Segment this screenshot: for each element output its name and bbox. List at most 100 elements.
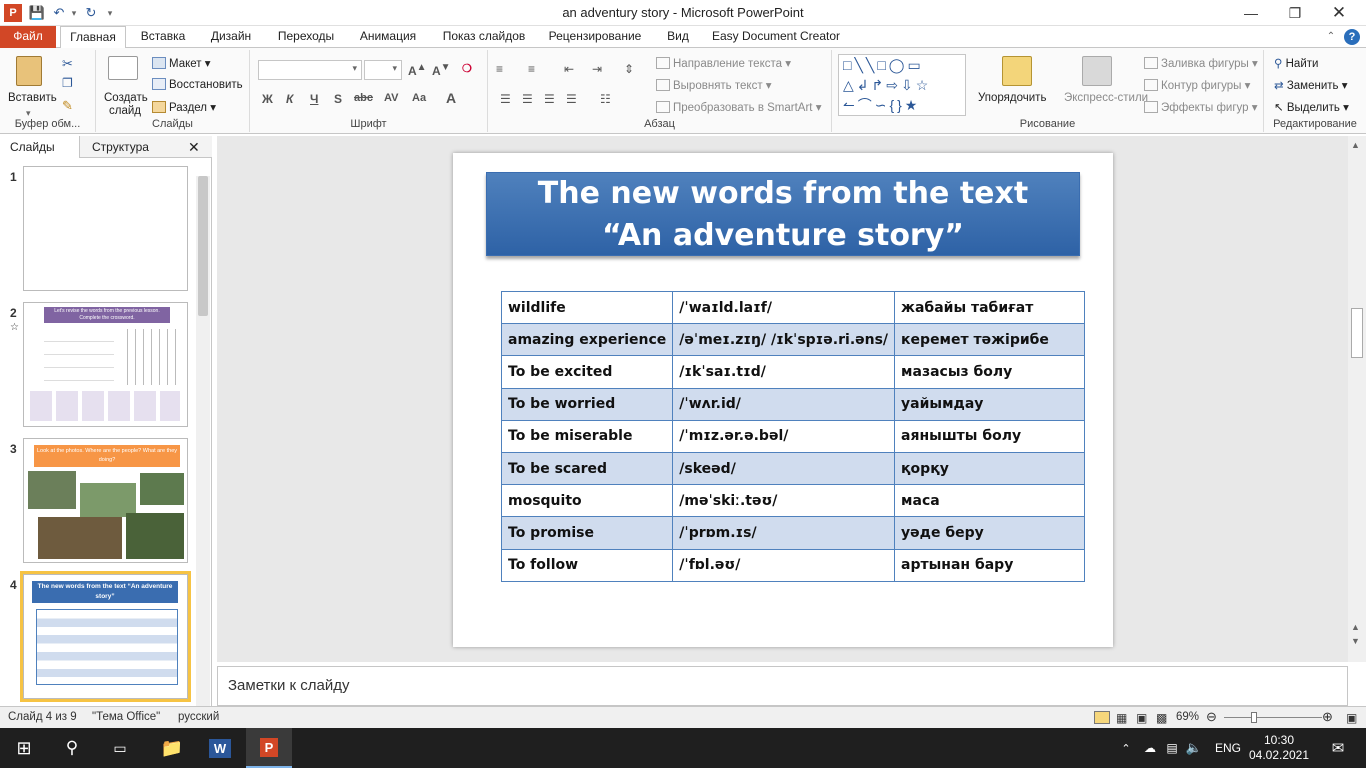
transcription-cell[interactable]: /skeəd/	[672, 451, 896, 486]
slideshow-icon[interactable]: ▩	[1156, 711, 1167, 725]
powerpoint-taskbar-icon[interactable]: P	[246, 728, 292, 768]
word-cell[interactable]: To be miserable	[500, 419, 674, 453]
underline-button[interactable]: Ч	[310, 92, 318, 106]
quick-styles-icon[interactable]	[1082, 56, 1112, 86]
shape-fill-button[interactable]: Заливка фигуры ▾	[1144, 56, 1258, 70]
thumbnails-scroll-thumb[interactable]	[198, 176, 208, 316]
tab-transitions[interactable]: Переходы	[268, 26, 344, 48]
bold-button[interactable]: Ж	[262, 92, 273, 106]
slide-scroll-thumb[interactable]	[1351, 308, 1363, 358]
translation-cell[interactable]: қорқу	[894, 451, 1085, 486]
minimize-button[interactable]: —	[1228, 0, 1274, 26]
copy-icon[interactable]: ❐	[62, 76, 73, 90]
restore-button[interactable]: ❐	[1272, 0, 1318, 26]
smartart-button[interactable]: Преобразовать в SmartArt ▾	[656, 100, 821, 114]
word-icon[interactable]: W	[198, 728, 242, 768]
tab-outline[interactable]: Структура	[82, 136, 159, 158]
layout-button[interactable]: Макет ▾	[152, 56, 211, 70]
font-color-icon[interactable]: A	[446, 90, 456, 106]
language-indicator[interactable]: русский	[178, 711, 219, 723]
normal-view-icon[interactable]	[1094, 711, 1110, 724]
word-cell[interactable]: To be scared	[500, 451, 674, 486]
zoom-slider[interactable]	[1224, 717, 1322, 718]
slide-thumbnail-1[interactable]	[23, 166, 188, 291]
new-slide-icon[interactable]	[108, 56, 138, 80]
network-icon[interactable]: ▤	[1162, 728, 1182, 768]
translation-cell[interactable]: уайымдау	[894, 387, 1085, 421]
transcription-cell[interactable]: /məˈskiː.təʊ/	[672, 484, 896, 518]
transcription-cell[interactable]: /ˈprɒm.ɪs/	[672, 516, 896, 550]
translation-cell[interactable]: артынан бару	[894, 548, 1085, 582]
paste-button[interactable]: Вставить	[8, 92, 57, 104]
shape-effects-button[interactable]: Эффекты фигур ▾	[1144, 100, 1258, 114]
paste-icon[interactable]	[16, 56, 42, 86]
translation-cell[interactable]: аянышты болу	[894, 419, 1085, 453]
zoom-out-icon[interactable]: ⊖	[1206, 709, 1217, 725]
zoom-in-icon[interactable]: ⊕	[1322, 709, 1333, 725]
slide-sorter-icon[interactable]: ▦	[1116, 711, 1127, 725]
shapes-gallery[interactable]: □╲╲□◯▭ △↲↱⇨⇩☆ ↼⌒∽{}★	[838, 54, 966, 116]
volume-icon[interactable]: 🔈	[1184, 728, 1204, 768]
translation-cell[interactable]: керемет тәжірибе	[894, 323, 1085, 357]
notifications-icon[interactable]: ✉	[1318, 728, 1358, 768]
replace-button[interactable]: ⇄ Заменить ▾	[1274, 78, 1348, 92]
close-button[interactable]: ✕	[1316, 0, 1362, 26]
scroll-up-icon[interactable]: ▲	[1351, 140, 1360, 150]
slide-thumbnail-2[interactable]: Let's revise the words from the previous…	[23, 302, 188, 427]
search-icon[interactable]: ⚲	[48, 728, 96, 768]
zoom-slider-thumb[interactable]	[1251, 712, 1257, 723]
slide-canvas[interactable]: The new words from the text “An adventur…	[453, 153, 1113, 647]
file-explorer-icon[interactable]: 📁	[150, 728, 194, 768]
character-spacing-icon[interactable]: AV	[384, 92, 398, 104]
bullets-icon[interactable]: ≡	[496, 62, 503, 76]
thumbnails-scrollbar[interactable]	[196, 176, 210, 706]
slide-scrollbar[interactable]: ▲ ▲ ▼	[1348, 136, 1366, 662]
transcription-cell[interactable]: /ˈfɒl.əʊ/	[672, 548, 896, 582]
vocabulary-table[interactable]: wildlife/ˈwaɪld.laɪf/жабайы табиғат amazi…	[500, 290, 1085, 582]
transcription-cell[interactable]: /ˈwaɪld.laɪf/	[672, 290, 896, 325]
word-cell[interactable]: amazing experience	[500, 323, 674, 357]
word-cell[interactable]: To follow	[500, 548, 674, 582]
align-text-button[interactable]: Выровнять текст ▾	[656, 78, 772, 92]
arrange-button[interactable]: Упорядочить	[978, 92, 1046, 104]
text-direction-button[interactable]: Направление текста ▾	[656, 56, 791, 70]
tab-slides[interactable]: Слайды	[0, 136, 80, 158]
notes-pane[interactable]: Заметки к слайду	[217, 666, 1348, 706]
help-icon[interactable]: ?	[1344, 29, 1360, 45]
shrink-font-icon[interactable]: A▼	[432, 62, 451, 78]
cut-icon[interactable]: ✂	[62, 56, 73, 72]
word-cell[interactable]: To promise	[500, 516, 674, 550]
tab-design[interactable]: Дизайн	[200, 26, 262, 48]
justify-icon[interactable]: ☰	[566, 92, 577, 106]
slide-thumbnail-4[interactable]: The new words from the text “An adventur…	[20, 571, 191, 702]
onedrive-icon[interactable]: ☁	[1140, 728, 1160, 768]
tab-file[interactable]: Файл	[0, 26, 56, 48]
numbering-icon[interactable]: ≡	[528, 62, 535, 76]
translation-cell[interactable]: уәде беру	[894, 516, 1085, 550]
transcription-cell[interactable]: /ˈmɪz.ər.ə.bəl/	[672, 419, 896, 453]
clear-formatting-icon[interactable]: ❍	[462, 62, 472, 75]
word-cell[interactable]: wildlife	[500, 290, 674, 325]
tab-home[interactable]: Главная	[60, 26, 126, 49]
arrange-icon[interactable]	[1002, 56, 1032, 86]
decrease-indent-icon[interactable]: ⇤	[564, 62, 574, 76]
tab-view[interactable]: Вид	[654, 26, 702, 48]
fit-to-window-icon[interactable]: ▣	[1346, 711, 1357, 725]
word-cell[interactable]: mosquito	[500, 484, 674, 518]
line-spacing-icon[interactable]: ⇕	[624, 62, 634, 76]
tab-animations[interactable]: Анимация	[350, 26, 426, 48]
zoom-level[interactable]: 69%	[1176, 711, 1199, 723]
previous-slide-icon[interactable]: ▲	[1351, 622, 1360, 632]
strikethrough-button[interactable]: abc	[354, 92, 373, 104]
align-right-icon[interactable]: ☰	[544, 92, 555, 106]
tab-review[interactable]: Рецензирование	[542, 26, 648, 48]
new-slide-button[interactable]: Создать слайд	[104, 92, 148, 118]
columns-icon[interactable]: ☷	[600, 92, 611, 106]
reading-view-icon[interactable]: ▣	[1136, 711, 1147, 725]
transcription-cell[interactable]: /əˈmeɪ.zɪŋ/ /ɪkˈspɪə.ri.əns/	[672, 323, 896, 357]
section-button[interactable]: Раздел ▾	[152, 100, 216, 114]
translation-cell[interactable]: маса	[894, 484, 1085, 518]
font-size-combo[interactable]: ▾	[364, 60, 402, 80]
find-button[interactable]: ⚲ Найти	[1274, 56, 1318, 70]
align-left-icon[interactable]: ☰	[500, 92, 511, 106]
